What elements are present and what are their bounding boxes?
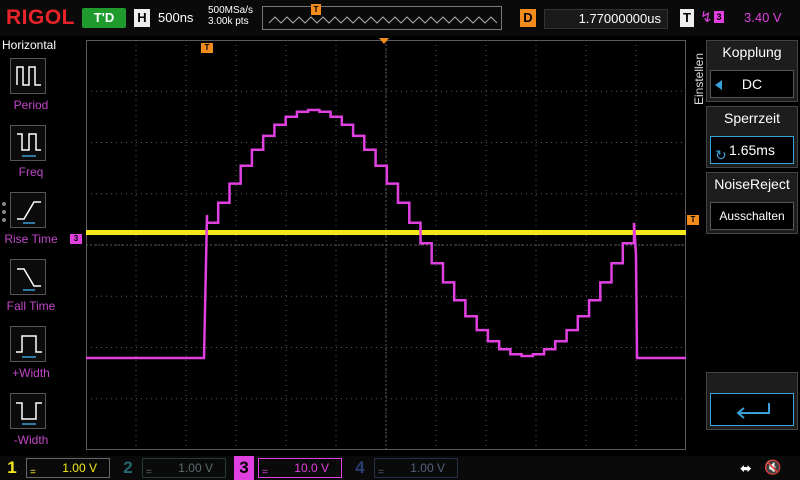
acquisition-info: 500MSa/s 3.00k pts xyxy=(208,5,253,27)
trigger-level-value[interactable]: 3.40 V xyxy=(744,10,782,25)
top-status-bar: RIGOL T'D H 500ns 500MSa/s 3.00k pts T D… xyxy=(0,0,800,36)
ch1-number: 1 xyxy=(7,458,17,477)
coupling-value: DC xyxy=(741,76,763,92)
holdoff-button[interactable]: Sperrzeit ↻ 1.65ms xyxy=(706,106,798,168)
rise-time-label: Rise Time xyxy=(4,232,58,246)
ch2-scale: 1.00 V xyxy=(178,461,213,475)
coupling-button[interactable]: Kopplung DC xyxy=(706,40,798,102)
positive-width-icon xyxy=(16,335,42,358)
speaker-muted-icon[interactable]: 🔇 xyxy=(764,459,781,476)
fall-time-label: Fall Time xyxy=(6,299,56,313)
memory-depth: 3.00k pts xyxy=(208,16,249,27)
period-icon xyxy=(16,66,41,86)
waveform-display[interactable]: T xyxy=(86,38,686,450)
ch4-scale: 1.00 V xyxy=(410,461,445,475)
timebase-value[interactable]: 500ns xyxy=(158,10,193,25)
sample-rate: 500MSa/s xyxy=(208,5,254,16)
ch1-coupling: = xyxy=(30,467,36,478)
delay-label: D xyxy=(520,9,536,27)
ch4-scale-box: = 1.00 V xyxy=(374,458,458,478)
frequency-button[interactable] xyxy=(10,125,46,161)
ch2-coupling: = xyxy=(146,467,152,478)
noise-reject-value-box: Ausschalten xyxy=(710,202,794,230)
return-icon-box xyxy=(710,393,794,426)
trigger-source: 3 xyxy=(714,11,724,23)
ch1-tab[interactable]: 1 = 1.00 V xyxy=(2,456,114,480)
rotate-knob-icon: ↻ xyxy=(715,147,727,163)
period-button[interactable] xyxy=(10,58,46,94)
channel-bar: 1 = 1.00 V 2 = 1.00 V 3 = 10.0 V 4 = 1.0… xyxy=(0,456,800,480)
period-label: Period xyxy=(13,98,49,112)
holdoff-value-box: ↻ 1.65ms xyxy=(710,136,794,164)
usb-icon: ⬌ xyxy=(740,460,752,476)
memory-waveform-preview xyxy=(268,16,498,24)
measure-panel-title: Horizontal xyxy=(2,38,57,52)
negative-width-label: -Width xyxy=(13,433,49,447)
ch3-number: 3 xyxy=(234,456,254,480)
negative-width-icon xyxy=(16,402,42,425)
horizontal-label: H xyxy=(134,9,150,27)
trigger-delay-arrow xyxy=(379,38,389,44)
return-icon xyxy=(736,403,770,419)
page-indicator xyxy=(2,202,8,226)
ch2-scale-box: = 1.00 V xyxy=(142,458,226,478)
coupling-title: Kopplung xyxy=(722,44,782,60)
ch1-scale: 1.00 V xyxy=(62,461,97,475)
noise-reject-button[interactable]: NoiseReject Ausschalten xyxy=(706,172,798,234)
rise-time-button[interactable] xyxy=(10,192,46,228)
noise-reject-title: NoiseReject xyxy=(714,176,790,192)
trigger-time-marker[interactable]: T xyxy=(201,43,213,53)
holdoff-title: Sperrzeit xyxy=(723,110,781,126)
positive-width-label: +Width xyxy=(12,366,50,380)
ch3-scale-box: = 10.0 V xyxy=(258,458,342,478)
coupling-value-box: DC xyxy=(710,70,794,98)
memory-trigger-marker: T xyxy=(311,4,321,15)
frequency-label: Freq xyxy=(18,165,44,179)
measure-panel: Horizontal Period Freq Rise Time Fall Ti… xyxy=(0,36,62,456)
ch3-coupling: = xyxy=(262,467,268,478)
trigger-settings-menu: Einstellen Kopplung DC Sperrzeit ↻ 1.65m… xyxy=(686,36,800,456)
memory-overview-bar: T xyxy=(262,4,502,30)
rise-time-icon xyxy=(17,201,41,224)
negative-width-button[interactable] xyxy=(10,393,46,429)
menu-title: Einstellen xyxy=(692,52,706,105)
fall-time-button[interactable] xyxy=(10,259,46,295)
ch2-tab[interactable]: 2 = 1.00 V xyxy=(118,456,230,480)
arrow-left-icon xyxy=(715,80,722,90)
ch1-trace xyxy=(86,230,686,235)
ch1-scale-box: = 1.00 V xyxy=(26,458,110,478)
ch4-tab[interactable]: 4 = 1.00 V xyxy=(350,456,462,480)
ch4-number: 4 xyxy=(355,458,365,477)
brand-logo: RIGOL xyxy=(6,6,75,29)
ch3-ground-marker[interactable]: 3 xyxy=(70,234,82,244)
noise-reject-value: Ausschalten xyxy=(719,209,785,223)
delay-value[interactable]: 1.77000000us xyxy=(544,9,668,29)
holdoff-value: 1.65ms xyxy=(729,142,775,158)
return-button[interactable] xyxy=(706,372,798,430)
frequency-icon xyxy=(17,133,41,157)
run-status-badge[interactable]: T'D xyxy=(82,8,126,28)
ch3-tab[interactable]: 3 = 10.0 V xyxy=(234,456,346,480)
rising-edge-icon: ↯ xyxy=(700,9,713,26)
graticule xyxy=(86,40,686,450)
ch2-number: 2 xyxy=(123,458,133,477)
trigger-label: T xyxy=(680,9,694,27)
fall-time-icon xyxy=(17,268,41,291)
ch4-coupling: = xyxy=(378,467,384,478)
ch3-scale: 10.0 V xyxy=(294,461,329,475)
positive-width-button[interactable] xyxy=(10,326,46,362)
